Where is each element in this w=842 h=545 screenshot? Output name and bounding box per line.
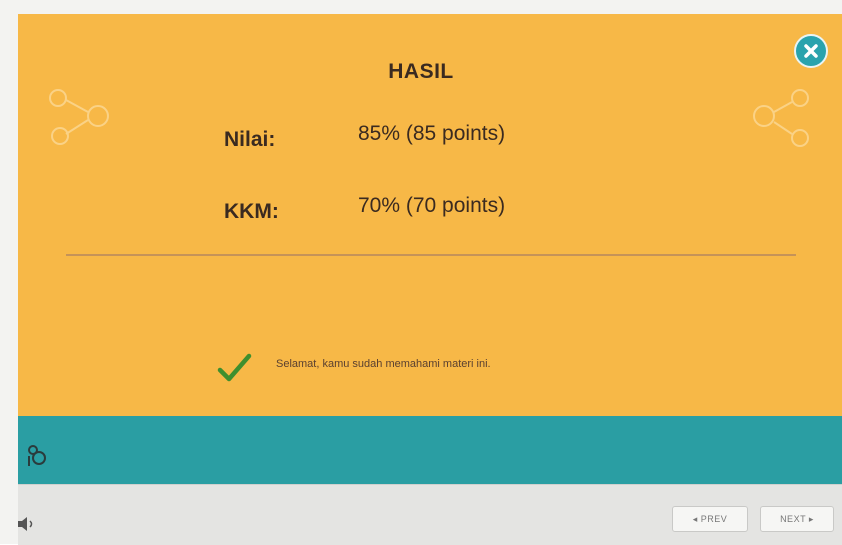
result-message: Selamat, kamu sudah memahami materi ini.	[276, 358, 491, 370]
decorative-circles-right	[753, 89, 809, 147]
divider	[66, 254, 796, 256]
volume-icon[interactable]	[16, 516, 38, 532]
score-value: 85% (85 points)	[358, 122, 506, 145]
menu-icon[interactable]	[24, 442, 50, 468]
player-frame: HASIL Nilai: 85% (85 points) KKM: 70% (7…	[0, 0, 842, 545]
check-icon	[217, 353, 252, 382]
score-label: Nilai:	[224, 128, 276, 151]
decorative-circles-left	[49, 89, 109, 145]
feedback-bar	[18, 416, 842, 484]
kkm-label: KKM:	[224, 200, 279, 223]
prev-button[interactable]: ◂ PREV	[672, 506, 748, 532]
kkm-value: 70% (70 points)	[358, 194, 506, 217]
next-button[interactable]: NEXT ▸	[760, 506, 834, 532]
result-title: HASIL	[388, 60, 454, 83]
